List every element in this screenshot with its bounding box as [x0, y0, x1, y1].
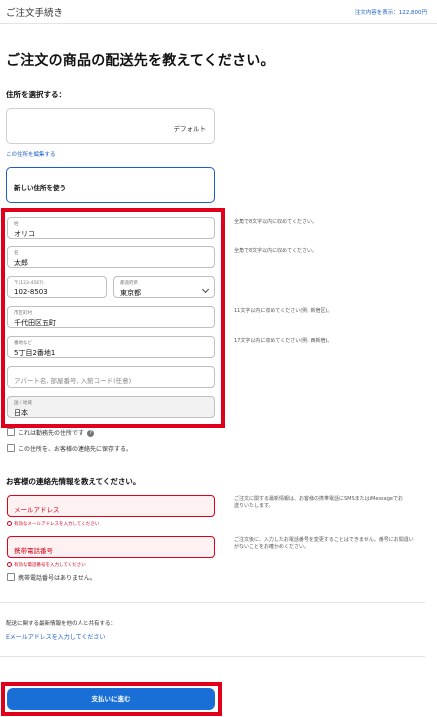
email-hint: ご注文に関する最新情報は、お客様の携帯電話にSMSまたはiMessageでお送り… — [234, 496, 403, 509]
divider — [0, 656, 425, 657]
page-title: ご注文の商品の配送先を教えてください。 — [6, 53, 275, 69]
city-hint: 11文字以内に収めてください(例: 新宿区)。 — [234, 308, 333, 314]
street-label: 番地など — [14, 341, 32, 346]
share-text: 配送に関する最新情報を他の人と共有する： — [6, 621, 117, 627]
first-name-label: 名 — [14, 251, 19, 256]
first-name-value: 太郎 — [14, 259, 28, 267]
postal-code-value: 102-8503 — [14, 288, 48, 296]
last-name-field[interactable]: 姓 オリコ — [7, 217, 215, 239]
work-address-label: これは勤務先の住所です? — [18, 428, 95, 437]
prefecture-value: 東京都 — [120, 289, 141, 297]
street-value: 5丁目2番地1 — [14, 349, 56, 357]
city-value: 千代田区五町 — [14, 319, 56, 327]
first-name-hint: 全角で8文字以内に収めてください。 — [234, 248, 318, 254]
prefecture-label: 都道府県 — [120, 281, 138, 286]
street-hint: 17文字以内に収めてください(例: 西新宿)。 — [234, 338, 333, 344]
city-label: 市区町村 — [14, 311, 32, 316]
email-error-text: 有効なメールアドレスを入力してください — [14, 522, 100, 527]
city-field[interactable]: 市区町村 千代田区五町 — [7, 306, 215, 328]
error-icon — [7, 521, 12, 526]
order-summary-link[interactable]: 注文内容を表示：122,800円 — [355, 8, 427, 16]
phone-placeholder: 携帯電話番号 — [14, 547, 53, 555]
new-address-label: 新しい住所を使う — [14, 184, 66, 192]
postal-code-label: 〒(123-4567) — [14, 281, 44, 286]
contact-section-title: お客様の連絡先情報を教えてください。 — [6, 477, 141, 486]
prefecture-select[interactable]: 都道府県 東京都 — [113, 276, 215, 298]
email-placeholder: メールアドレス — [14, 506, 60, 514]
phone-error-text: 有効な電話番号を入力してください — [14, 563, 86, 568]
save-address-checkbox[interactable] — [7, 444, 15, 452]
first-name-field[interactable]: 名 太郎 — [7, 246, 215, 268]
building-placeholder: アパート名, 部屋番号, 入館コード(任意) — [14, 377, 132, 385]
work-address-text: これは勤務先の住所です — [18, 430, 85, 437]
saved-address-card[interactable]: デフォルト — [6, 108, 215, 144]
save-address-label: この住所を、お客様の連絡先に保存する。 — [18, 446, 133, 453]
error-icon — [7, 562, 12, 567]
last-name-label: 姓 — [14, 222, 19, 227]
country-label: 国 / 地域 — [14, 401, 32, 406]
last-name-hint: 全角で8文字以内に収めてください。 — [234, 219, 318, 225]
phone-field[interactable]: 携帯電話番号 — [7, 536, 215, 558]
default-label: デフォルト — [173, 125, 207, 133]
help-icon[interactable]: ? — [87, 430, 95, 437]
country-field: 国 / 地域 日本 — [7, 396, 215, 418]
email-error: 有効なメールアドレスを入力してください — [7, 521, 99, 527]
last-name-value: オリコ — [14, 230, 35, 238]
new-address-option[interactable]: 新しい住所を使う — [6, 167, 215, 203]
divider — [0, 602, 425, 603]
no-mobile-label: 携帯電話番号はありません。 — [18, 575, 96, 582]
proceed-to-payment-button[interactable]: 支払いに進む — [7, 688, 215, 710]
page-header-title: ご注文手続き — [6, 8, 64, 19]
address-select-title: 住所を選択する： — [6, 90, 66, 99]
no-mobile-checkbox[interactable] — [7, 573, 15, 581]
share-email-link[interactable]: Eメールアドレスを入力してください — [6, 632, 105, 641]
edit-address-link[interactable]: この住所を編集する — [6, 150, 56, 158]
chevron-down-icon — [201, 285, 210, 294]
phone-hint: ご注文後に、入力したお電話番号を変更することはできません。番号にお間違いがないこ… — [234, 537, 414, 550]
phone-error: 有効な電話番号を入力してください — [7, 562, 86, 568]
building-field[interactable]: アパート名, 部屋番号, 入館コード(任意) — [7, 366, 215, 388]
email-field[interactable]: メールアドレス — [7, 495, 215, 517]
work-address-checkbox[interactable] — [7, 428, 15, 436]
postal-code-field[interactable]: 〒(123-4567) 102-8503 — [7, 276, 107, 298]
country-value: 日本 — [14, 409, 28, 417]
street-field[interactable]: 番地など 5丁目2番地1 — [7, 336, 215, 358]
